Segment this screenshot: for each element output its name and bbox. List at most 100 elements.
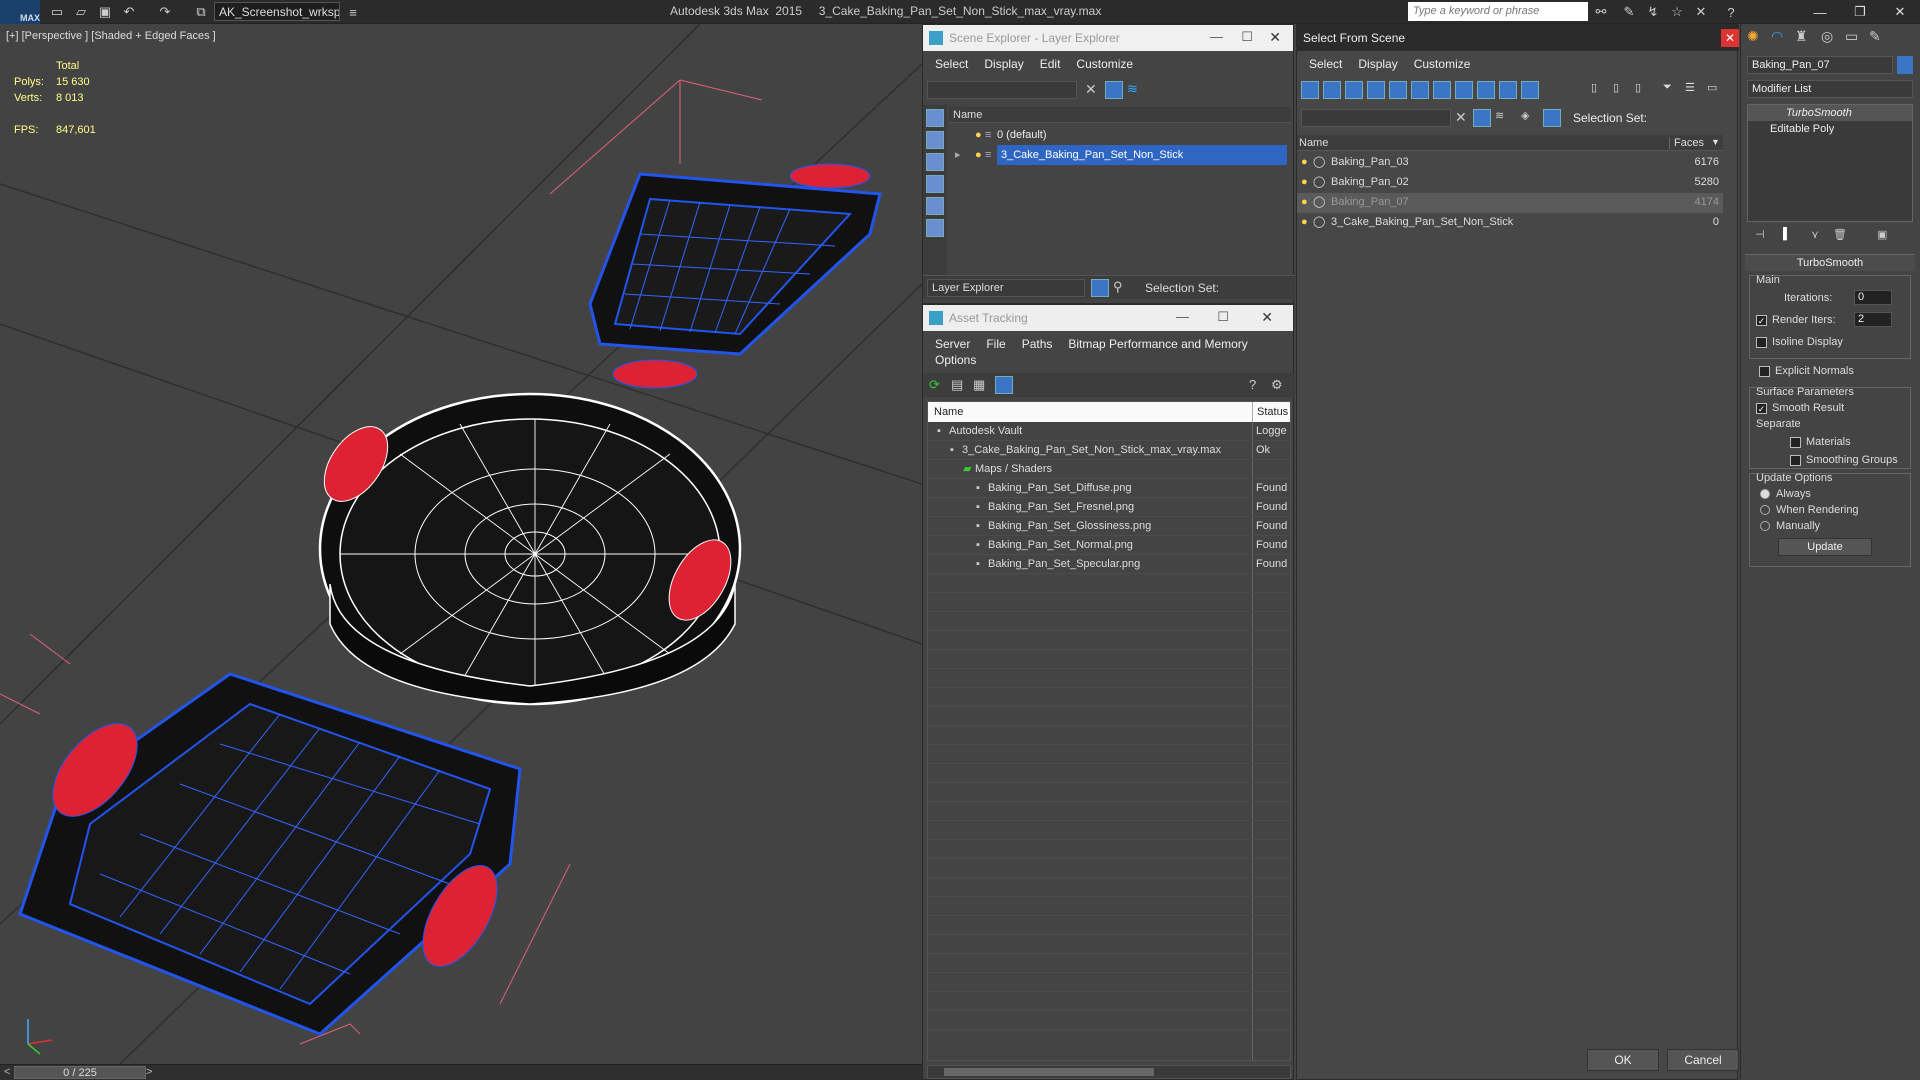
display-shapes-icon[interactable] [926, 131, 944, 149]
tools-icon[interactable]: ✎ [1620, 3, 1638, 21]
light-bulb-icon[interactable]: ● [975, 125, 982, 145]
find-filter-icon[interactable] [1473, 109, 1491, 127]
filter-lights-icon[interactable] [1345, 81, 1363, 99]
light-bulb-icon[interactable]: ● [1301, 193, 1308, 212]
asset-row[interactable]: ▪ Baking_Pan_Set_Diffuse.png Found [928, 479, 1290, 498]
sort-down-icon[interactable]: ▼ [1711, 137, 1720, 147]
col-faces-header[interactable]: Faces [1669, 137, 1704, 149]
render-iters-spinner[interactable]: 2 [1854, 312, 1892, 327]
cancel-button[interactable]: Cancel [1667, 1049, 1739, 1071]
menu-select[interactable]: Select [935, 57, 968, 71]
scene-search-input[interactable] [927, 81, 1077, 99]
filter-icon[interactable]: ⏷ [1663, 81, 1672, 94]
open-file-icon[interactable]: ▱ [72, 3, 90, 21]
help-icon[interactable]: ? [1722, 3, 1740, 21]
table-view-icon[interactable] [995, 376, 1013, 394]
expand-arrow-icon[interactable]: ▸ [955, 145, 961, 165]
asset-tracking-titlebar[interactable]: Asset Tracking — ☐ ✕ [923, 305, 1293, 331]
search-input[interactable]: Type a keyword or phrase [1408, 2, 1588, 21]
display-spacewarps-icon[interactable] [926, 219, 944, 237]
binoculars-icon[interactable]: ⚯ [1592, 3, 1610, 21]
close-icon[interactable]: ✕ [1721, 29, 1739, 47]
layers-icon[interactable]: ≋ [1127, 81, 1138, 97]
menu-paths[interactable]: Paths [1022, 337, 1053, 351]
smoothing-groups-checkbox[interactable] [1790, 454, 1806, 466]
menu-customize[interactable]: Customize [1076, 57, 1133, 71]
menu-display[interactable]: Display [984, 57, 1023, 71]
display-geometry-icon[interactable] [926, 109, 944, 127]
menu-file[interactable]: File [986, 337, 1005, 351]
filter-shapes-icon[interactable] [1323, 81, 1341, 99]
max-logo[interactable]: MAX [0, 0, 40, 24]
asset-row[interactable]: ▪ 3_Cake_Baking_Pan_Set_Non_Stick_max_vra… [928, 441, 1290, 460]
scrollbar-thumb[interactable] [944, 1068, 1154, 1076]
settings-icon[interactable]: ⚙ [1271, 377, 1283, 393]
pin-stack-icon[interactable]: ⊣ [1755, 228, 1765, 241]
hierarchy-icon[interactable]: ⚲ [1113, 279, 1123, 295]
layer-row-pan-set[interactable]: ▸ ● ≡ 3_Cake_Baking_Pan_Set_Non_Stick [949, 145, 1291, 165]
asset-row[interactable]: ▪ Baking_Pan_Set_Glossiness.png Found [928, 517, 1290, 536]
remove-modifier-icon[interactable]: 🗑 [1833, 228, 1847, 241]
layers-icon[interactable]: ≋ [1495, 109, 1504, 122]
viewport-label[interactable]: [+] [Perspective ] [Shaded + Edged Faces… [6, 30, 216, 42]
filter-frozen-icon[interactable] [1521, 81, 1539, 99]
menu-edit[interactable]: Edit [1040, 57, 1061, 71]
configure-sets-icon[interactable]: ▣ [1877, 228, 1887, 241]
select-search-input[interactable] [1301, 109, 1451, 127]
time-prev-icon[interactable]: < [4, 1066, 10, 1078]
minimize-icon[interactable]: — [1176, 309, 1189, 324]
restore-button[interactable]: ❐ [1840, 0, 1880, 24]
menu-display[interactable]: Display [1358, 57, 1397, 71]
col-name-header[interactable]: Name [934, 402, 963, 422]
light-bulb-icon[interactable]: ● [1301, 153, 1308, 172]
time-next-icon[interactable]: > [146, 1066, 152, 1078]
utilities-tab-icon[interactable]: ✎ [1869, 28, 1881, 45]
light-bulb-icon[interactable]: ● [975, 145, 982, 165]
thumbnail-icon[interactable]: ▦ [973, 377, 985, 393]
time-slider-thumb[interactable]: 0 / 225 [14, 1066, 146, 1079]
display-helpers-icon[interactable] [926, 197, 944, 215]
filter-groups-icon[interactable] [1433, 81, 1451, 99]
col-status-header[interactable]: Status [1252, 402, 1288, 422]
materials-checkbox[interactable] [1790, 436, 1806, 448]
layer-mode-icon[interactable] [1091, 279, 1109, 297]
menu-bitmap-performance[interactable]: Bitmap Performance and Memory [1068, 337, 1247, 351]
manually-radio[interactable] [1760, 520, 1775, 532]
select-from-scene-titlebar[interactable]: Select From Scene ✕ [1297, 25, 1739, 51]
workspace-menu-icon[interactable]: ≡ [344, 3, 362, 21]
stack-editable-poly[interactable]: Editable Poly [1748, 121, 1912, 137]
scene-object-row[interactable]: ● ◯ Baking_Pan_02 5280 [1297, 173, 1723, 193]
clear-search-icon[interactable]: ✕ [1085, 81, 1097, 98]
undo-icon[interactable]: ↶ [120, 3, 138, 21]
filter-xrefs-icon[interactable] [1455, 81, 1473, 99]
display-lights-icon[interactable] [926, 153, 944, 171]
minimize-button[interactable]: — [1800, 0, 1840, 24]
hierarchy-layers-icon[interactable]: ◈ [1521, 109, 1529, 122]
ok-button[interactable]: OK [1587, 1049, 1659, 1071]
menu-server[interactable]: Server [935, 337, 970, 351]
filter-geometry-icon[interactable] [1301, 81, 1319, 99]
always-radio[interactable] [1760, 488, 1775, 500]
clear-search-icon[interactable]: ✕ [1455, 109, 1467, 126]
filter-containers-icon[interactable] [1499, 81, 1517, 99]
asset-row[interactable]: ▪ Baking_Pan_Set_Fresnel.png Found [928, 498, 1290, 517]
columns-icon[interactable]: ▭ [1707, 81, 1717, 94]
close-button[interactable]: ✕ [1880, 0, 1920, 24]
close-icon[interactable]: ✕ [1269, 29, 1281, 46]
render-iters-checkbox[interactable]: ✓ [1756, 314, 1772, 326]
x-tools-icon[interactable]: ✕ [1692, 3, 1710, 21]
iterations-spinner[interactable]: 0 [1854, 290, 1892, 305]
maximize-icon[interactable]: ☐ [1217, 309, 1229, 325]
layer-row-default[interactable]: ● ≡ 0 (default) [949, 125, 1291, 145]
hierarchy-icon[interactable] [1543, 109, 1561, 127]
object-color-swatch[interactable] [1897, 56, 1913, 74]
scene-explorer-titlebar[interactable]: Scene Explorer - Layer Explorer — ☐ ✕ [923, 25, 1293, 51]
asset-row[interactable]: ▪ Baking_Pan_Set_Specular.png Found [928, 555, 1290, 574]
isoline-checkbox[interactable] [1756, 336, 1772, 348]
select-invert-icon[interactable]: ▯ [1635, 81, 1641, 94]
scene-object-row[interactable]: ● ◯ Baking_Pan_03 6176 [1297, 153, 1723, 173]
make-unique-icon[interactable]: ⋎ [1811, 228, 1819, 241]
hierarchy-tab-icon[interactable]: ♜ [1795, 28, 1808, 45]
modifier-list-dropdown[interactable]: Modifier List [1747, 80, 1913, 98]
light-bulb-icon[interactable]: ● [1301, 173, 1308, 192]
